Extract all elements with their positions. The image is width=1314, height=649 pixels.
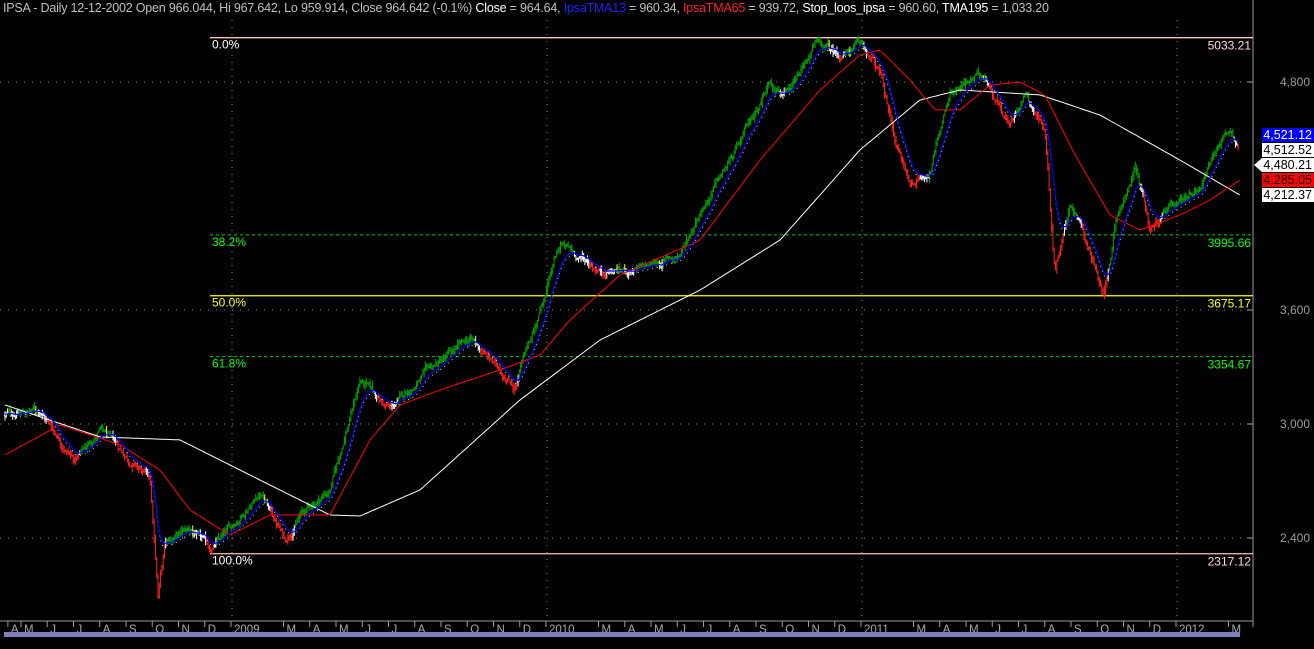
value-pointer-arrow (1254, 157, 1262, 172)
fib-level-pct: 0.0% (212, 38, 240, 52)
fib-level-value: 3354.67 (1208, 358, 1252, 372)
y-tick-label: 2,400 (1280, 531, 1310, 545)
last-value-text: 4,212.37 (1263, 188, 1312, 202)
last-value-text: 4,285.05 (1263, 173, 1312, 187)
last-value-text: 4,512.52 (1263, 143, 1312, 157)
y-tick-label: 3,000 (1280, 417, 1310, 431)
last-value-text: 4,480.21 (1263, 158, 1312, 172)
fib-level-value: 2317.12 (1208, 555, 1252, 569)
tma13-line (4, 44, 1239, 545)
last-value-text: 4,521.12 (1263, 128, 1312, 142)
horizontal-scrollbar[interactable] (4, 632, 1240, 637)
fib-level-value: 3675.17 (1208, 297, 1252, 311)
fib-level-pct: 100.0% (212, 554, 253, 568)
fib-level-value: 3995.66 (1208, 236, 1252, 250)
tma65-line (4, 49, 1240, 535)
fib-level-pct: 50.0% (212, 296, 246, 310)
fib-level-pct: 38.2% (212, 235, 246, 249)
y-tick-label: 4,800 (1280, 75, 1310, 89)
price-bars (4, 36, 1240, 599)
tma195-line (4, 89, 1240, 517)
fib-level-pct: 61.8% (212, 357, 246, 371)
y-tick-label: 3,600 (1280, 303, 1310, 317)
stop-loss-line (4, 47, 1239, 547)
fib-level-value: 5033.21 (1208, 39, 1252, 53)
price-chart[interactable]: 2,4003,0003,6004,800A M J J A S O N D 2009 M A M J J A S… (0, 0, 1314, 649)
